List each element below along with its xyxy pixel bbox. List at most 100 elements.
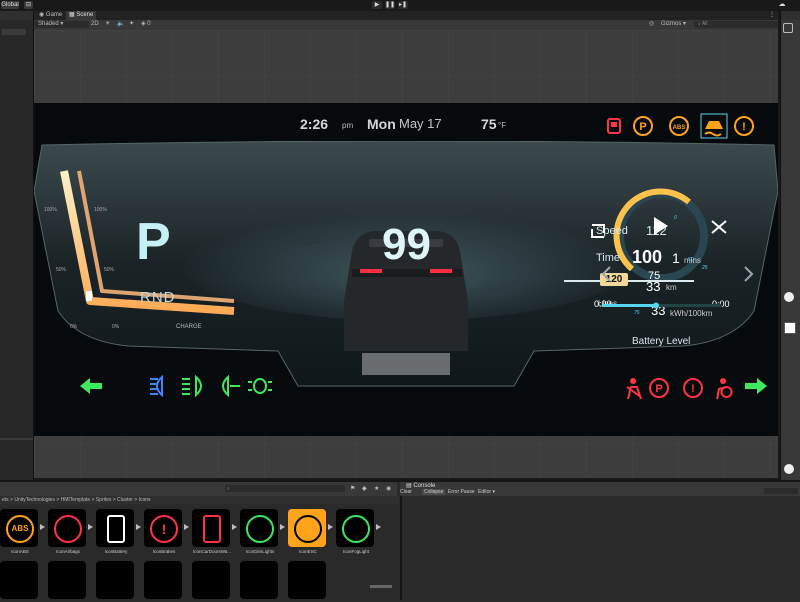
gauge-tick-0: 0% [70, 324, 78, 330]
star-icon[interactable]: ★ [374, 485, 379, 492]
expand-arrow-icon[interactable] [184, 524, 189, 530]
expand-arrow-icon[interactable] [280, 524, 285, 530]
day-label: Mon [367, 116, 396, 132]
asset-tile[interactable] [336, 509, 374, 547]
asset-tile[interactable] [0, 561, 38, 599]
asset-label: IconDimLights [245, 549, 275, 554]
tire-pressure-icon: ! [734, 116, 754, 136]
filter-icon[interactable]: ⚑ [350, 485, 355, 492]
gameobject-icon [783, 23, 793, 33]
date-label: May 17 [399, 116, 442, 131]
tab-scene[interactable]: ▦ Scene [66, 11, 97, 20]
asset-tile[interactable] [240, 509, 278, 547]
svg-text:ABS: ABS [673, 125, 686, 131]
previous-arrow-icon [601, 266, 611, 282]
color-swatch[interactable] [784, 322, 796, 334]
layer-count: 0 [147, 21, 151, 27]
next-arrow-icon [744, 266, 754, 282]
asset-tile[interactable] [96, 509, 134, 547]
asset-tile[interactable] [96, 561, 134, 599]
svg-text:!: ! [742, 121, 746, 133]
editor-dropdown[interactable]: Editor ▾ [478, 489, 495, 495]
abs-icon: ABS [6, 515, 34, 543]
asset-tile[interactable]: ! [144, 509, 182, 547]
car-doors-icon [203, 515, 221, 543]
clear-button[interactable]: Clear [400, 489, 412, 495]
label-icon[interactable]: ◆ [362, 485, 367, 492]
gizmos-dropdown[interactable]: Gizmos ▾ [658, 20, 689, 29]
asset-label: IconCarDoorsWa... [192, 549, 232, 554]
expand-arrow-icon[interactable] [376, 524, 381, 530]
battery-icon [107, 515, 125, 543]
gauge-tick-right-100: 100% [94, 207, 107, 213]
expand-arrow-icon[interactable] [88, 524, 93, 530]
asset-label: IconFogLight [342, 549, 370, 554]
asset-tile[interactable] [288, 509, 326, 547]
asset-tile[interactable] [48, 509, 86, 547]
scene-search-placeholder: All [701, 21, 708, 27]
right-indicators: P ! [626, 378, 767, 400]
hmi-cluster-canvas: 2:26 pm Mon May 17 75 °F P ABS ! 100% 50… [34, 103, 778, 436]
expand-arrow-icon[interactable] [136, 524, 141, 530]
lighting-icon[interactable]: ☀ [102, 20, 113, 29]
layer-visibility-toggle[interactable]: ◈ 0 [138, 20, 154, 29]
eye-icon[interactable]: ◉ [386, 485, 391, 492]
turn-left-icon [80, 378, 102, 394]
airbag-icon [54, 515, 82, 543]
asset-tile[interactable] [192, 561, 230, 599]
collapse-button[interactable]: Collapse [422, 489, 446, 495]
console-log[interactable] [400, 496, 800, 600]
gauge-tick-right-50: 50% [104, 267, 115, 273]
repeat-icon [591, 224, 605, 238]
svg-text:P: P [639, 121, 646, 133]
expand-arrow-icon[interactable] [328, 524, 333, 530]
esc-icon [700, 113, 728, 139]
temperature-unit: °F [498, 121, 507, 130]
effects-icon[interactable]: ✦ [126, 20, 137, 29]
asset-tile[interactable] [288, 561, 326, 599]
fog-light-icon [342, 515, 370, 543]
console-tab[interactable]: ▤ Console [406, 482, 435, 489]
hierarchy-panel [0, 11, 34, 480]
expand-arrow-icon[interactable] [40, 524, 45, 530]
parking-brake-icon-2: P [649, 378, 669, 398]
project-breadcrumb[interactable]: ets > UnityTechnologies > HMITemplate > … [0, 496, 399, 504]
zoom-slider[interactable] [370, 585, 392, 588]
airbag-icon [716, 378, 733, 400]
console-search-input[interactable] [764, 488, 798, 494]
inspector-tab[interactable] [781, 11, 800, 20]
asset-tile[interactable] [240, 561, 278, 599]
project-search-input[interactable]: ⌕ [225, 485, 345, 492]
snap-icon[interactable]: ⊟ [24, 1, 33, 9]
step-button[interactable]: ▸❚ [398, 1, 408, 9]
editor-label: Editor [478, 489, 492, 495]
asset-tile[interactable] [48, 561, 86, 599]
play-button[interactable]: ▶ [372, 1, 382, 9]
cloud-icon[interactable]: ☁ [776, 1, 788, 9]
more-options-icon[interactable]: ⋮ [766, 11, 778, 20]
asset-tile[interactable] [144, 561, 182, 599]
asset-label: IconABS [11, 549, 29, 554]
asset-tile[interactable] [192, 509, 230, 547]
parking-brake-icon: P [633, 116, 653, 136]
scene-search-input[interactable]: ⌕ All [694, 21, 778, 28]
scene-camera-icon[interactable]: ◎ [646, 20, 657, 29]
asset-tile[interactable]: ABS [0, 509, 38, 547]
shading-mode-dropdown[interactable]: Shaded ▾ [35, 21, 89, 28]
seatbelt-icon [626, 378, 642, 400]
pause-button[interactable]: ❚❚ [385, 1, 395, 9]
toggle-2d-button[interactable]: 2D [88, 20, 102, 29]
play-icon [654, 217, 668, 235]
expand-arrow-icon[interactable] [232, 524, 237, 530]
charge-label: CHARGE [176, 324, 202, 330]
speed-value: 99 [382, 220, 431, 269]
global-pivot-toggle[interactable]: Global [1, 1, 19, 9]
hierarchy-search[interactable] [2, 29, 26, 35]
project-toolbar: ⌕ ⚑ ◆ ★ ◉ [0, 482, 397, 496]
hierarchy-tab[interactable] [0, 11, 33, 20]
error-pause-button[interactable]: Error Pause [448, 489, 475, 495]
tab-game[interactable]: ◉ Game [36, 11, 65, 20]
top-indicators: P ABS ! [607, 113, 754, 139]
scene-viewport[interactable]: 2:26 pm Mon May 17 75 °F P ABS ! 100% 50… [34, 30, 778, 478]
parking-lights-icon [248, 378, 272, 394]
